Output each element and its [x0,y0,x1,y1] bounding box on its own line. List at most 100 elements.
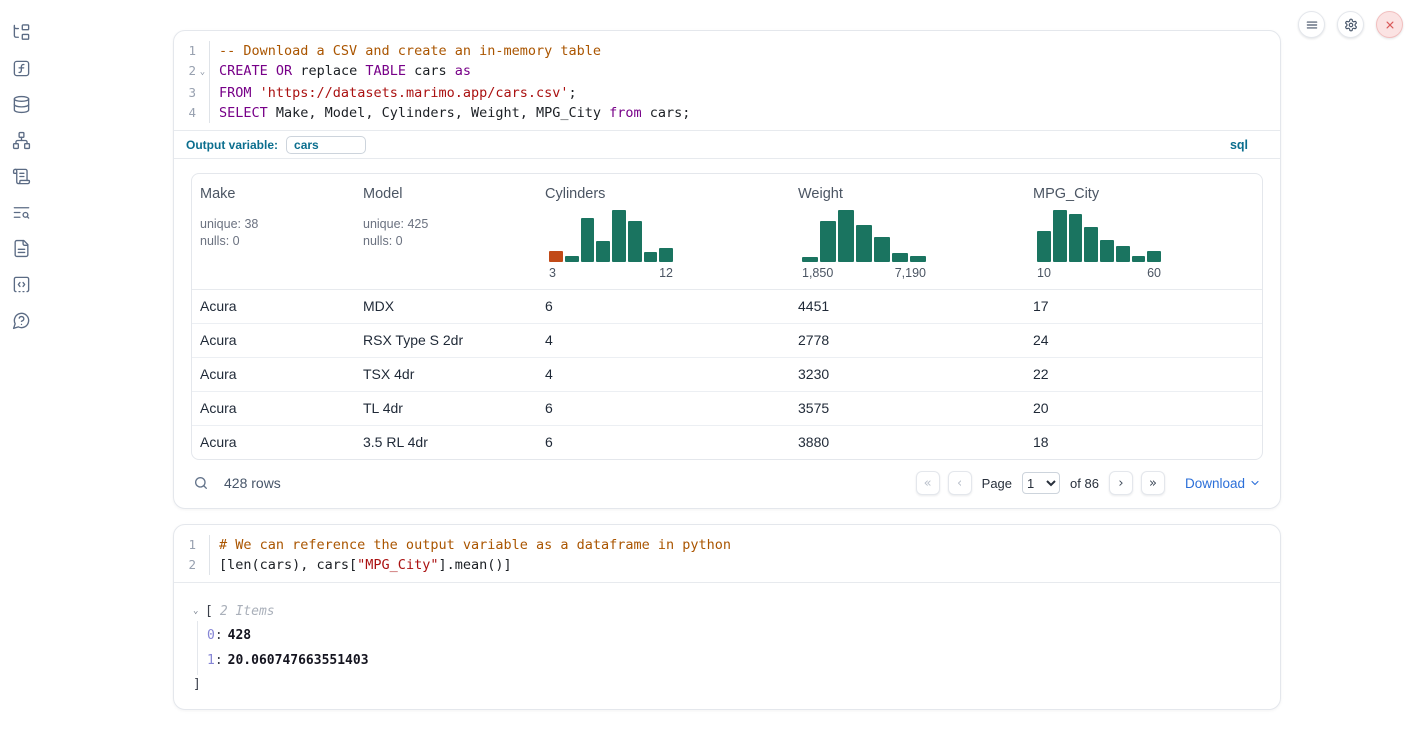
pagination: «‹Page1of 86›»Download [916,471,1261,495]
column-name: Weight [798,186,1017,202]
fold-gutter [196,83,209,103]
settings-button[interactable] [1337,11,1364,38]
histogram-bar[interactable] [628,221,642,262]
histogram-bar[interactable] [659,248,673,262]
line-number: 1 [174,535,196,555]
first-page-button[interactable]: « [916,471,940,495]
histogram-bar[interactable] [1147,251,1161,262]
table-cell: 3.5 RL 4dr [355,426,537,459]
code-text: CREATE OR replace TABLE cars as [209,61,1280,83]
prev-page-button[interactable]: ‹ [948,471,972,495]
sidebar-item-dependency-graph[interactable] [10,129,32,151]
table-cell: 3880 [790,426,1025,459]
column-header-cylinders[interactable]: Cylinders 312 [537,174,790,289]
histogram-bar[interactable] [581,218,595,262]
column-name: MPG_City [1033,186,1254,202]
histogram-bar[interactable] [838,210,854,262]
snippets-icon [12,275,31,294]
code-line[interactable]: 2[len(cars), cars["MPG_City"].mean()] [174,555,1280,575]
column-histogram[interactable]: 312 [549,210,673,280]
code-line[interactable]: 3 FROM 'https://datasets.marimo.app/cars.… [174,83,1280,103]
code-line[interactable]: 2⌄CREATE OR replace TABLE cars as [174,61,1280,83]
histogram-bar[interactable] [874,237,890,262]
histogram-bar[interactable] [612,210,626,262]
table-row[interactable]: Acura3.5 RL 4dr6388018 [192,425,1262,459]
code-line[interactable]: 4SELECT Make, Model, Cylinders, Weight, … [174,103,1280,123]
settings-icon [1344,18,1358,32]
table-cell: 3230 [790,358,1025,391]
histogram-bar[interactable] [565,256,579,262]
histogram-bar[interactable] [1100,240,1114,262]
histogram-bar[interactable] [1069,214,1083,262]
sidebar-item-scratchpad[interactable] [10,165,32,187]
histogram-bar[interactable] [820,221,836,262]
sidebar-item-file-tree[interactable] [10,21,32,43]
documentation-icon [12,239,31,258]
tree-entry-value: 20.060747663551403 [228,653,369,668]
data-table: Makeunique: 38nulls: 0Modelunique: 425nu… [191,173,1263,460]
sidebar-item-variables[interactable] [10,57,32,79]
histogram-bar[interactable] [1116,246,1130,262]
line-number: 1 [174,41,196,61]
column-header-model[interactable]: Modelunique: 425nulls: 0 [355,174,537,289]
row-count: 428 rows [224,475,281,491]
histogram-bar[interactable] [549,251,563,262]
line-number: 3 [174,83,196,103]
sidebar-item-snippets[interactable] [10,273,32,295]
last-page-button[interactable]: » [1141,471,1165,495]
table-cell: Acura [192,392,355,425]
column-header-make[interactable]: Makeunique: 38nulls: 0 [192,174,355,289]
histogram-bar[interactable] [856,225,872,262]
column-histogram[interactable]: 1,8507,190 [802,210,926,280]
histogram-bar[interactable] [1084,227,1098,262]
code-line[interactable]: 1 -- Download a CSV and create an in-memo… [174,41,1280,61]
table-header: Makeunique: 38nulls: 0Modelunique: 425nu… [192,174,1262,290]
histogram-bar[interactable] [1132,256,1146,262]
page-select[interactable]: 1 [1022,472,1060,494]
items-count-label: 2 Items [220,604,275,619]
column-stats: unique: 38nulls: 0 [200,216,347,250]
shutdown-button[interactable] [1376,11,1403,38]
table-body: AcuraMDX6445117AcuraRSX Type S 2dr427782… [192,290,1262,459]
sql-cell-output: Makeunique: 38nulls: 0Modelunique: 425nu… [174,159,1280,508]
histogram-bar[interactable] [892,253,908,262]
histogram-bar[interactable] [802,257,818,262]
sidebar-item-help[interactable] [10,309,32,331]
menu-button[interactable] [1298,11,1325,38]
code-text: -- Download a CSV and create an in-memor… [209,41,1280,61]
column-histogram[interactable]: 1060 [1037,210,1161,280]
download-button[interactable]: Download [1185,476,1261,491]
python-code-editor[interactable]: 1# We can reference the output variable … [174,525,1280,583]
column-header-weight[interactable]: Weight 1,8507,190 [790,174,1025,289]
search-icon[interactable] [193,475,209,491]
output-variable-input[interactable] [286,136,366,154]
sidebar-item-documentation[interactable] [10,237,32,259]
histogram-bar[interactable] [910,256,926,262]
histogram-bar[interactable] [1037,231,1051,262]
tree-entry: 0:428 [198,623,1280,648]
table-footer: 428 rows «‹Page1of 86›»Download [191,460,1263,506]
table-row[interactable]: AcuraTL 4dr6357520 [192,391,1262,425]
table-row[interactable]: AcuraMDX6445117 [192,290,1262,323]
column-name: Cylinders [545,186,782,202]
code-line[interactable]: 1# We can reference the output variable … [174,535,1280,555]
collapse-chevron-icon[interactable]: ⌄ [193,606,205,616]
next-page-button[interactable]: › [1109,471,1133,495]
table-cell: 18 [1025,426,1262,459]
sidebar-item-logs[interactable] [10,201,32,223]
fold-gutter [196,535,209,555]
tree-entry: 1:20.060747663551403 [198,648,1280,673]
python-cell: 1# We can reference the output variable … [173,524,1281,710]
table-cell: TL 4dr [355,392,537,425]
histogram-bar[interactable] [1053,210,1067,262]
code-text: FROM 'https://datasets.marimo.app/cars.c… [209,83,1280,103]
language-badge: sql [1230,138,1248,152]
histogram-bar[interactable] [596,241,610,262]
histogram-bar[interactable] [644,252,658,262]
sidebar-item-datasources[interactable] [10,93,32,115]
column-header-mpg_city[interactable]: MPG_City 1060 [1025,174,1262,289]
table-row[interactable]: AcuraTSX 4dr4323022 [192,357,1262,391]
table-row[interactable]: AcuraRSX Type S 2dr4277824 [192,323,1262,357]
sql-code-editor[interactable]: 1 -- Download a CSV and create an in-memo… [174,31,1280,130]
fold-chevron-icon[interactable]: ⌄ [196,61,209,83]
